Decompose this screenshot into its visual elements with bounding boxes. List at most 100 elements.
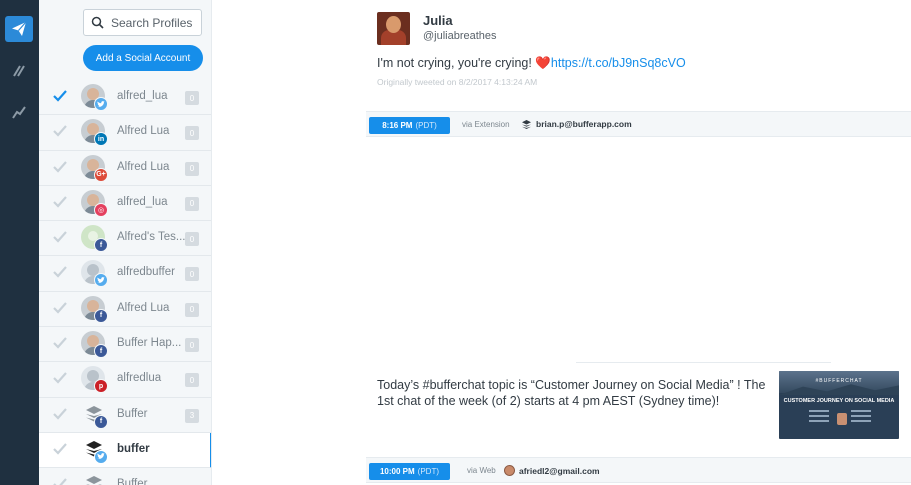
post-divider bbox=[576, 362, 831, 363]
checkmark-icon[interactable] bbox=[53, 160, 67, 173]
add-social-account-button[interactable]: Add a Social Account bbox=[83, 45, 203, 71]
thumbnail-photo bbox=[837, 413, 847, 425]
pinterest-icon: p bbox=[94, 379, 108, 394]
post-author: afriedl2@gmail.com bbox=[504, 465, 600, 476]
checkmark-icon[interactable] bbox=[53, 302, 67, 314]
checkmark-icon[interactable] bbox=[53, 407, 67, 420]
profile-item[interactable]: in Alfred Lua 0 bbox=[39, 115, 211, 151]
originally-tweeted: Originally tweeted on 8/2/2017 4:13:24 A… bbox=[377, 77, 538, 87]
queue-count: 0 bbox=[185, 161, 199, 176]
post-author-email: brian.p@bufferapp.com bbox=[536, 119, 632, 129]
buffer-logo-icon bbox=[522, 119, 531, 129]
profile-item[interactable]: p alfredlua 0 bbox=[39, 362, 211, 398]
profile-item[interactable]: f Buffer Hap... 0 bbox=[39, 327, 211, 363]
profile-name: Alfred Lua bbox=[117, 125, 170, 138]
profile-name: alfred_lua bbox=[117, 90, 168, 102]
author-avatar bbox=[504, 465, 515, 476]
post-timezone: (PDT) bbox=[415, 121, 437, 130]
post-footer: 10:00 PM (PDT) via Web afriedl2@gmail.com bbox=[366, 457, 911, 483]
profile-item[interactable]: alfredbuffer 0 bbox=[39, 256, 211, 292]
checkmark-icon[interactable] bbox=[53, 196, 67, 208]
paper-plane-icon bbox=[12, 21, 27, 36]
facebook-icon: f bbox=[94, 414, 108, 429]
thumbnail-headline: CUSTOMER JOURNEY ON SOCIAL MEDIA bbox=[783, 398, 895, 404]
profile-name: Alfred's Tes... bbox=[117, 231, 186, 244]
profile-item[interactable]: G+ Alfred Lua 0 bbox=[39, 151, 211, 186]
twitter-icon bbox=[94, 97, 108, 111]
tweet-text: I'm not crying, you're crying! ❤️https:/… bbox=[377, 56, 686, 71]
post-time-badge[interactable]: 8:16 PM (PDT) bbox=[369, 117, 450, 134]
profiles-sidebar: Search Profiles Add a Social Account alf… bbox=[39, 0, 212, 485]
google-icon: G+ bbox=[94, 167, 108, 182]
facebook-icon: f bbox=[94, 344, 108, 359]
post-footer: 8:16 PM (PDT) via Extension brian.p@buffe… bbox=[366, 111, 911, 137]
post-image-thumbnail[interactable]: #BUFFERCHAT CUSTOMER JOURNEY ON SOCIAL M… bbox=[779, 371, 899, 439]
post-via: via Web bbox=[467, 466, 496, 475]
search-placeholder: Search Profiles bbox=[111, 15, 193, 30]
profile-name: Buffer bbox=[117, 478, 148, 485]
reply-icon bbox=[13, 65, 25, 77]
avatar bbox=[81, 472, 105, 485]
tweet-link[interactable]: https://t.co/bJ9nSq8cVO bbox=[551, 56, 686, 70]
queue-count: 3 bbox=[185, 408, 199, 423]
main-content: Julia @juliabreathes I'm not crying, you… bbox=[366, 0, 911, 485]
profile-name: Alfred Lua bbox=[117, 160, 170, 173]
twitter-icon bbox=[94, 449, 108, 464]
profile-item[interactable]: f Alfred Lua 0 bbox=[39, 292, 211, 328]
checkmark-icon[interactable] bbox=[53, 443, 67, 455]
post-author: brian.p@bufferapp.com bbox=[522, 119, 632, 129]
facebook-icon: f bbox=[94, 238, 108, 253]
profile-item[interactable]: buffer bbox=[39, 432, 211, 469]
profile-name: alfredlua bbox=[117, 372, 162, 385]
post-author-email: afriedl2@gmail.com bbox=[519, 465, 600, 476]
thumbnail-title: #BUFFERCHAT bbox=[815, 378, 863, 384]
profile-name: alfred_lua bbox=[117, 195, 168, 208]
checkmark-icon[interactable] bbox=[53, 231, 67, 243]
profile-name: Alfred Lua bbox=[117, 301, 170, 314]
profile-name: alfredbuffer bbox=[117, 266, 175, 279]
tweet-author-name[interactable]: Julia bbox=[423, 13, 453, 28]
publish-nav-button[interactable] bbox=[5, 16, 33, 42]
queue-count: 0 bbox=[185, 91, 199, 105]
profile-item[interactable]: alfred_lua 0 bbox=[39, 80, 211, 116]
queue-count: 0 bbox=[185, 373, 199, 388]
profile-name: buffer bbox=[117, 442, 150, 455]
checkmark-icon[interactable] bbox=[53, 266, 67, 279]
profile-name: Buffer bbox=[117, 407, 148, 420]
profile-name: Buffer Hap... bbox=[117, 337, 182, 350]
post-time-badge[interactable]: 10:00 PM (PDT) bbox=[369, 463, 450, 480]
post-text: Today’s #bufferchat topic is “Customer J… bbox=[377, 378, 766, 408]
queue-count: 0 bbox=[185, 338, 199, 353]
instagram-icon: ◎ bbox=[94, 202, 108, 217]
queue-count: 0 bbox=[185, 126, 199, 141]
queue-count: 0 bbox=[185, 267, 199, 282]
queue-count: 0 bbox=[185, 302, 199, 317]
profile-item[interactable]: f Buffer 3 bbox=[39, 398, 211, 433]
analytics-icon bbox=[12, 106, 26, 119]
profile-list: alfred_lua 0 in Alfred Lua 0 G+ Alfred Lua 0 ◎ al… bbox=[39, 80, 211, 485]
facebook-icon: f bbox=[94, 308, 108, 323]
app: Search Profiles Add a Social Account alf… bbox=[0, 0, 911, 485]
profile-item[interactable]: fBuffer bbox=[39, 468, 211, 485]
checkmark-icon[interactable] bbox=[53, 90, 67, 102]
tweet-text-body: I'm not crying, you're crying! bbox=[377, 56, 536, 70]
tweet-author-avatar[interactable] bbox=[377, 12, 410, 45]
post-timezone: (PDT) bbox=[417, 467, 439, 476]
reply-nav-button[interactable] bbox=[5, 58, 33, 84]
analyze-nav-button[interactable] bbox=[5, 99, 33, 125]
tweet-author-handle: @juliabreathes bbox=[423, 30, 497, 42]
profile-item[interactable]: f Alfred's Tes... 0 bbox=[39, 221, 211, 257]
post-via: via Extension bbox=[462, 120, 510, 129]
checkmark-icon[interactable] bbox=[53, 337, 67, 349]
queue-count: 0 bbox=[185, 196, 199, 211]
search-profiles-input[interactable]: Search Profiles bbox=[83, 9, 202, 36]
post-time: 8:16 PM bbox=[382, 121, 413, 130]
twitter-icon bbox=[94, 273, 108, 288]
heart-icon: ❤️ bbox=[535, 56, 551, 70]
checkmark-icon[interactable] bbox=[53, 372, 67, 384]
buffer-logo-icon bbox=[86, 476, 102, 485]
checkmark-icon[interactable] bbox=[53, 478, 67, 485]
checkmark-icon[interactable] bbox=[53, 125, 67, 137]
main-nav bbox=[0, 0, 39, 485]
profile-item[interactable]: ◎ alfred_lua 0 bbox=[39, 186, 211, 222]
